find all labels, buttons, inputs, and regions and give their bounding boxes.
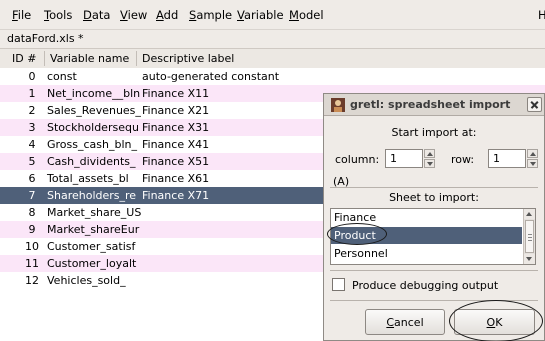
scroll-up-icon[interactable] bbox=[524, 209, 535, 219]
variable-name: Net_income__bln bbox=[47, 87, 141, 100]
sheet-item-product[interactable]: Product bbox=[331, 227, 522, 244]
header-id[interactable]: ID # bbox=[12, 52, 36, 65]
file-label-bar: dataFord.xls * bbox=[0, 30, 545, 48]
spin-down-icon[interactable] bbox=[527, 159, 538, 168]
menu-model[interactable]: Model bbox=[289, 8, 324, 22]
menu-variable[interactable]: Variable bbox=[237, 8, 284, 22]
menu-bar: File Tools Data View Add Sample Variable… bbox=[0, 0, 545, 30]
divider bbox=[330, 300, 538, 301]
variable-id: 1 bbox=[28, 87, 36, 100]
variable-name: Customer_satisf bbox=[47, 240, 136, 253]
variable-id: 0 bbox=[28, 70, 36, 83]
header-descriptive-label[interactable]: Descriptive label bbox=[142, 52, 234, 65]
menu-help-partial[interactable]: H bbox=[538, 8, 545, 22]
cancel-button[interactable]: Cancel bbox=[365, 309, 445, 335]
data-file-name: dataFord.xls * bbox=[7, 32, 84, 45]
variable-id: 7 bbox=[28, 189, 36, 202]
spin-up-icon[interactable] bbox=[424, 149, 435, 158]
variable-description: Finance X21 bbox=[142, 104, 210, 117]
variable-name: Cash_dividents_ bbox=[47, 155, 136, 168]
variable-description: Finance X71 bbox=[142, 189, 210, 202]
variable-list-header: ID # Variable name Descriptive label bbox=[0, 48, 545, 69]
header-separator bbox=[136, 51, 137, 66]
variable-description: Finance X51 bbox=[142, 155, 210, 168]
dialog-titlebar[interactable]: gretl: spreadsheet import bbox=[324, 94, 544, 116]
divider bbox=[330, 187, 538, 188]
variable-name: Vehicles_sold_ bbox=[47, 274, 126, 287]
close-icon[interactable] bbox=[527, 97, 542, 112]
ok-button[interactable]: OK bbox=[454, 309, 535, 335]
spreadsheet-import-dialog: gretl: spreadsheet import Start import a… bbox=[323, 93, 545, 341]
sheet-to-import-label: Sheet to import: bbox=[389, 191, 479, 204]
variable-name: Shareholders_re bbox=[47, 189, 137, 202]
variable-id: 10 bbox=[25, 240, 39, 253]
row-spinner-input[interactable]: 1 bbox=[488, 149, 526, 168]
variable-name: Sales_Revenues_ bbox=[47, 104, 141, 117]
scroll-down-icon[interactable] bbox=[524, 254, 535, 264]
variable-id: 6 bbox=[28, 172, 36, 185]
variable-description: Finance X11 bbox=[142, 87, 210, 100]
variable-name: Gross_cash_bln_ bbox=[47, 138, 137, 151]
variable-description: Finance X41 bbox=[142, 138, 210, 151]
header-variable-name[interactable]: Variable name bbox=[50, 52, 129, 65]
variable-name: Market_share_US bbox=[47, 206, 142, 219]
column-spinner-buttons bbox=[424, 149, 435, 168]
variable-description: Finance X61 bbox=[142, 172, 210, 185]
menu-sample[interactable]: Sample bbox=[189, 8, 232, 22]
variable-description: Finance X31 bbox=[142, 121, 210, 134]
variable-id: 9 bbox=[28, 223, 36, 236]
sheet-list[interactable]: Finance Product Personnel bbox=[330, 208, 536, 265]
variable-name: const bbox=[47, 70, 77, 83]
debug-output-label[interactable]: Produce debugging output bbox=[352, 279, 498, 292]
spin-down-icon[interactable] bbox=[424, 159, 435, 168]
menu-view[interactable]: View bbox=[120, 8, 147, 22]
column-label: column: bbox=[335, 153, 380, 166]
scroll-thumb[interactable] bbox=[525, 220, 534, 253]
row-label: row: bbox=[451, 153, 475, 166]
sheet-item-personnel[interactable]: Personnel bbox=[331, 245, 522, 262]
variable-id: 4 bbox=[28, 138, 36, 151]
variable-id: 11 bbox=[25, 257, 39, 270]
column-spinner-input[interactable]: 1 bbox=[385, 149, 423, 168]
gretl-app-icon bbox=[331, 98, 345, 112]
row-spinner-buttons bbox=[527, 149, 538, 168]
start-import-label: Start import at: bbox=[391, 126, 477, 139]
menu-tools[interactable]: Tools bbox=[44, 8, 72, 22]
variable-name: Market_shareEur bbox=[47, 223, 140, 236]
menu-add[interactable]: Add bbox=[156, 8, 178, 22]
sheet-item-finance[interactable]: Finance bbox=[331, 209, 522, 226]
variable-name: Stockholdersequ bbox=[47, 121, 139, 134]
table-row[interactable]: 0 const auto-generated constant bbox=[0, 68, 545, 85]
variable-id: 5 bbox=[28, 155, 36, 168]
dialog-title: gretl: spreadsheet import bbox=[350, 98, 511, 111]
variable-name: Total_assets_bl bbox=[47, 172, 129, 185]
variable-description: auto-generated constant bbox=[142, 70, 280, 83]
variable-id: 3 bbox=[28, 121, 36, 134]
menu-data[interactable]: Data bbox=[83, 8, 110, 22]
variable-id: 12 bbox=[25, 274, 39, 287]
variable-id: 8 bbox=[28, 206, 36, 219]
divider bbox=[330, 270, 538, 271]
sheet-list-scrollbar[interactable] bbox=[523, 209, 535, 264]
variable-name: Customer_loyalt bbox=[47, 257, 137, 270]
header-separator bbox=[44, 51, 45, 66]
variable-id: 2 bbox=[28, 104, 36, 117]
spin-up-icon[interactable] bbox=[527, 149, 538, 158]
debug-output-checkbox[interactable] bbox=[332, 278, 345, 291]
menu-file[interactable]: File bbox=[12, 8, 31, 22]
